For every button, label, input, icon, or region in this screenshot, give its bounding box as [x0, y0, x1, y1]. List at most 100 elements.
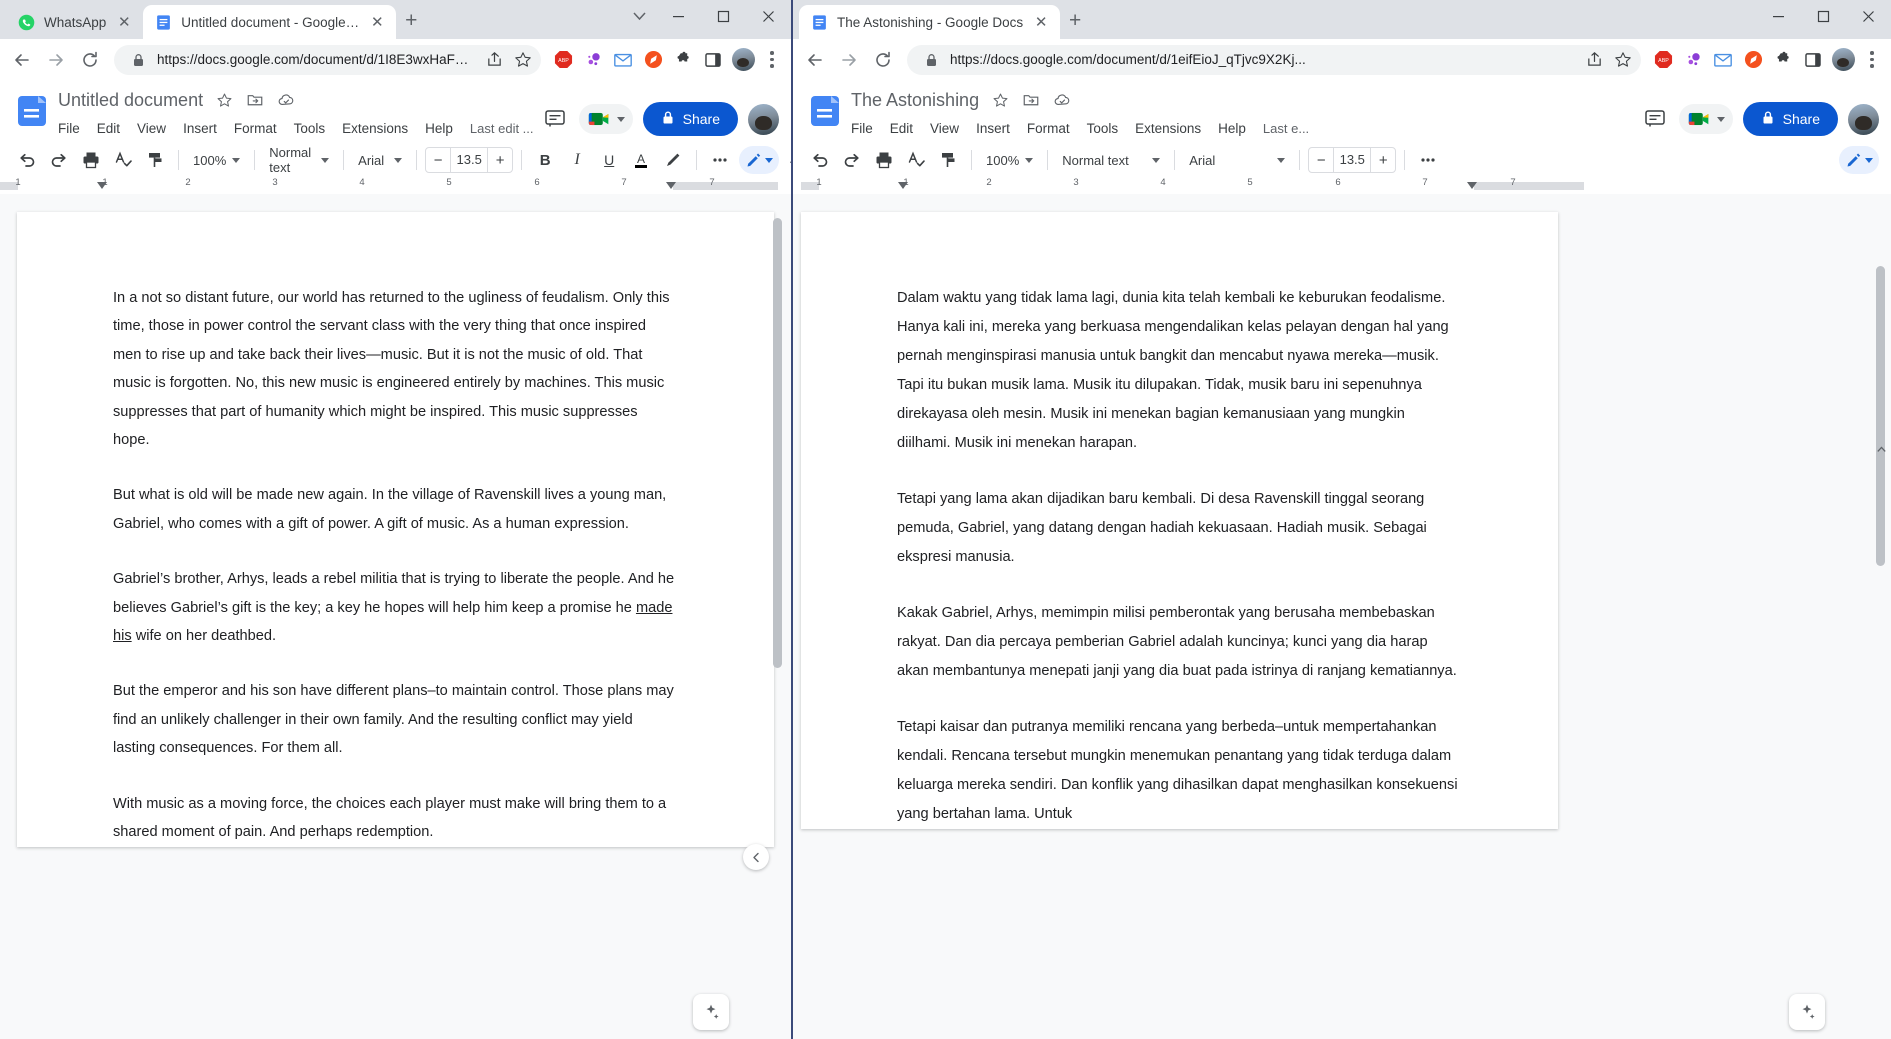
document-area-right[interactable]: Dalam waktu yang tidak lama lagi, dunia … — [793, 194, 1891, 1039]
address-bar-right[interactable]: https://docs.google.com/document/d/1eifE… — [907, 44, 1641, 75]
menu-extensions[interactable]: Extensions — [1135, 121, 1201, 136]
tab-the-astonishing[interactable]: The Astonishing - Google Docs ✕ — [799, 5, 1061, 39]
mail-icon[interactable] — [1709, 46, 1737, 74]
font-size-increase[interactable]: + — [1371, 148, 1395, 172]
font-size-increase[interactable]: + — [488, 148, 512, 172]
font-selector-right[interactable]: Arial — [1183, 146, 1291, 174]
explore-button-right[interactable] — [1789, 994, 1825, 1030]
speed-icon[interactable] — [1739, 46, 1767, 74]
close-icon[interactable]: ✕ — [115, 13, 133, 31]
font-selector-left[interactable]: Arial — [352, 146, 408, 174]
chevron-down-icon[interactable] — [1716, 116, 1725, 122]
minimize-button[interactable] — [656, 0, 701, 32]
minimize-button[interactable] — [1756, 0, 1801, 32]
paragraph[interactable]: Tetapi yang lama akan dijadikan baru kem… — [897, 485, 1462, 572]
paragraph[interactable]: Gabriel’s brother, Arhys, leads a rebel … — [113, 565, 678, 650]
puzzle-icon[interactable] — [669, 46, 697, 74]
speed-icon[interactable] — [639, 46, 667, 74]
new-tab-button[interactable]: + — [396, 6, 426, 36]
paragraph[interactable]: Kakak Gabriel, Arhys, memimpin milisi pe… — [897, 599, 1462, 686]
google-meet-button[interactable] — [1678, 104, 1733, 134]
highlight-icon[interactable] — [658, 145, 688, 175]
new-tab-button[interactable]: + — [1060, 6, 1090, 36]
menu-tools[interactable]: Tools — [1087, 121, 1119, 136]
underlined-text[interactable]: made his — [113, 600, 672, 644]
profile-avatar-left[interactable] — [729, 46, 757, 74]
sidepanel-icon[interactable] — [1799, 46, 1827, 74]
menu-tools[interactable]: Tools — [294, 121, 326, 136]
italic-button[interactable]: I — [562, 145, 592, 175]
redo-icon[interactable] — [837, 145, 867, 175]
zoom-selector-right[interactable]: 100% — [980, 146, 1039, 174]
paint-format-icon[interactable] — [933, 145, 963, 175]
share-button[interactable]: Share — [642, 102, 738, 136]
document-title[interactable]: Untitled document — [58, 90, 203, 111]
address-bar-left[interactable]: https://docs.google.com/document/d/1I8E3… — [114, 44, 541, 75]
maximize-button[interactable] — [701, 0, 746, 32]
document-page-right[interactable]: Dalam waktu yang tidak lama lagi, dunia … — [801, 212, 1558, 829]
star-icon[interactable] — [214, 90, 234, 110]
ruler-left[interactable]: 1 1 2 3 4 5 6 7 7 — [0, 177, 791, 194]
profile-avatar-right[interactable] — [1829, 46, 1857, 74]
star-icon[interactable] — [513, 50, 533, 70]
menu-format[interactable]: Format — [1027, 121, 1070, 136]
paragraph[interactable]: With music as a moving force, the choice… — [113, 790, 678, 847]
print-icon[interactable] — [76, 145, 106, 175]
scrollbar-thumb[interactable] — [773, 218, 782, 668]
paragraph[interactable]: In a not so distant future, our world ha… — [113, 284, 678, 454]
scrollbar-right[interactable] — [1874, 194, 1887, 1039]
more-options-icon[interactable] — [1413, 145, 1443, 175]
share-icon[interactable] — [484, 50, 504, 70]
reload-icon[interactable] — [867, 44, 899, 76]
mail-icon[interactable] — [609, 46, 637, 74]
document-area-left[interactable]: In a not so distant future, our world ha… — [0, 194, 791, 1039]
sidepanel-icon[interactable] — [699, 46, 727, 74]
star-icon[interactable] — [1613, 50, 1633, 70]
print-icon[interactable] — [869, 145, 899, 175]
close-button[interactable] — [1846, 0, 1891, 32]
share-button[interactable]: Share — [1742, 102, 1838, 136]
collapse-toolbar-icon[interactable] — [781, 145, 791, 175]
google-docs-logo[interactable] — [807, 93, 843, 129]
move-to-folder-icon[interactable] — [1021, 90, 1041, 110]
document-page-left[interactable]: In a not so distant future, our world ha… — [17, 212, 774, 847]
back-icon[interactable] — [6, 44, 38, 76]
menu-edit[interactable]: Edit — [97, 121, 120, 136]
browser-menu-icon[interactable] — [1859, 46, 1885, 74]
editing-mode-selector-left[interactable] — [739, 146, 780, 174]
close-icon[interactable]: ✕ — [368, 13, 386, 31]
adblock-plus-icon[interactable]: ABP — [549, 46, 577, 74]
text-color-button[interactable]: A — [626, 145, 656, 175]
bold-button[interactable]: B — [530, 145, 560, 175]
chevron-down-icon[interactable] — [622, 0, 656, 32]
ruler-right[interactable]: 1 1 2 3 4 5 6 7 7 — [793, 177, 1891, 194]
undo-icon[interactable] — [805, 145, 835, 175]
browser-menu-icon[interactable] — [759, 46, 785, 74]
tab-whatsapp[interactable]: WhatsApp ✕ — [6, 5, 143, 39]
menu-help[interactable]: Help — [425, 121, 453, 136]
chevron-down-icon[interactable] — [616, 116, 625, 122]
comment-history-icon[interactable] — [1641, 105, 1669, 133]
star-icon[interactable] — [990, 90, 1010, 110]
menu-file[interactable]: File — [58, 121, 80, 136]
close-icon[interactable]: ✕ — [1032, 13, 1050, 31]
undo-icon[interactable] — [12, 145, 42, 175]
underline-button[interactable]: U — [594, 145, 624, 175]
font-size-stepper-right[interactable]: − 13.5 + — [1308, 147, 1397, 173]
scroll-up-icon[interactable] — [1874, 442, 1889, 457]
spellcheck-icon[interactable] — [108, 145, 138, 175]
more-options-icon[interactable] — [705, 145, 735, 175]
explore-button-left[interactable] — [693, 994, 729, 1030]
menu-help[interactable]: Help — [1218, 121, 1246, 136]
back-icon[interactable] — [799, 44, 831, 76]
paragraph[interactable]: But the emperor and his son have differe… — [113, 677, 678, 762]
menu-extensions[interactable]: Extensions — [342, 121, 408, 136]
share-icon[interactable] — [1584, 50, 1604, 70]
forward-icon[interactable] — [833, 44, 865, 76]
google-docs-logo[interactable] — [14, 93, 50, 129]
grammarly-icon[interactable] — [1679, 46, 1707, 74]
move-to-folder-icon[interactable] — [245, 90, 265, 110]
paragraph-style-selector-left[interactable]: Normal text — [263, 145, 335, 175]
reload-icon[interactable] — [74, 44, 106, 76]
grammarly-icon[interactable] — [579, 46, 607, 74]
